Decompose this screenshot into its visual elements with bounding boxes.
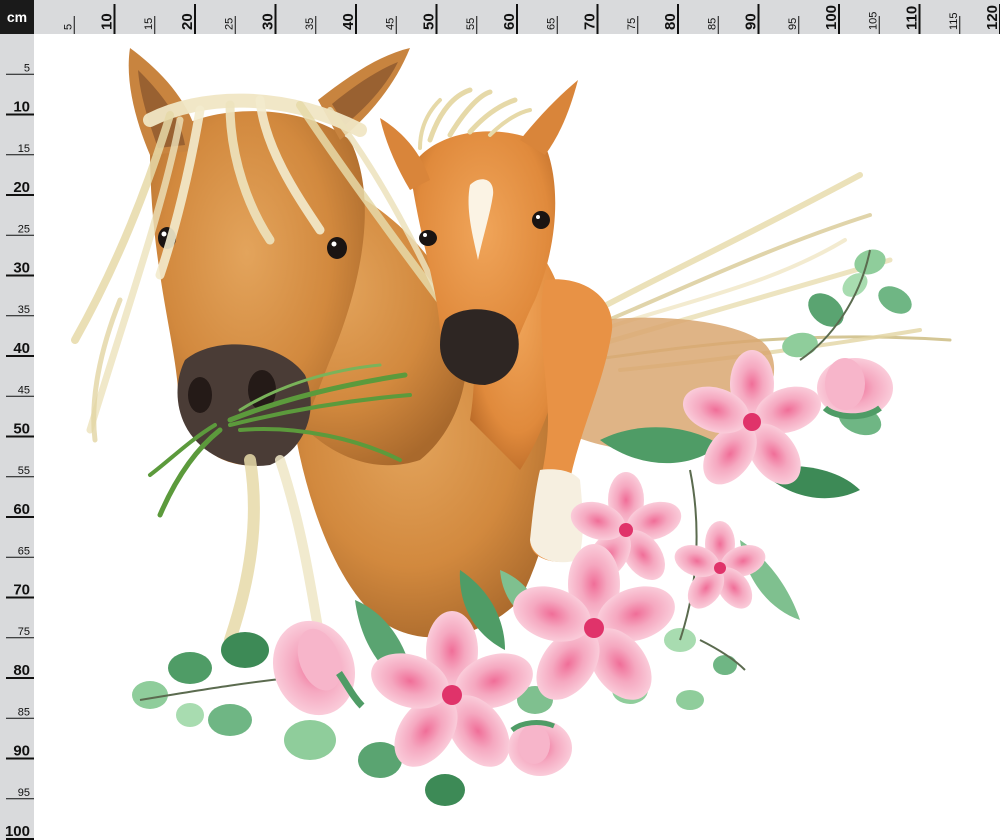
foal-eye-left bbox=[419, 230, 437, 246]
mare-eye-right bbox=[327, 237, 347, 259]
top-ruler-label: 115 bbox=[948, 12, 960, 30]
flower-bud bbox=[272, 620, 365, 716]
top-ruler-label: 110 bbox=[904, 6, 921, 30]
top-ruler-label: 15 bbox=[143, 18, 155, 30]
top-ruler-label: 85 bbox=[706, 18, 718, 30]
left-ruler-label: 5 bbox=[24, 62, 30, 74]
left-ruler-label: 10 bbox=[13, 99, 30, 116]
left-ruler-label: 95 bbox=[18, 787, 30, 799]
top-ruler-label: 45 bbox=[384, 18, 396, 30]
mare-eye-left-glint bbox=[161, 231, 167, 237]
top-ruler-label: 120 bbox=[984, 5, 1000, 30]
flower bbox=[674, 521, 766, 609]
left-ruler-label: 55 bbox=[18, 465, 30, 477]
leaf bbox=[808, 293, 844, 327]
canvas: 5 10 15 20 25 30 35 40 45 50 55 60 65 70 75 80 85 90 95 100… bbox=[0, 0, 1000, 840]
top-ruler-label: 65 bbox=[545, 18, 557, 30]
top-ruler: 5 10 15 20 25 30 35 40 45 50 55 60 65 70 75 80 85 90 95 100… bbox=[0, 0, 1000, 34]
top-ruler-label: 60 bbox=[501, 13, 518, 30]
leaf bbox=[425, 774, 465, 806]
left-ruler-label: 100 bbox=[5, 823, 30, 840]
left-ruler-label: 65 bbox=[18, 545, 30, 557]
top-ruler-label: 5 bbox=[62, 24, 74, 30]
top-ruler-label: 95 bbox=[787, 18, 799, 30]
top-ruler-label: 55 bbox=[465, 18, 477, 30]
top-ruler-label: 100 bbox=[823, 5, 840, 30]
left-ruler-label: 15 bbox=[18, 143, 30, 155]
left-ruler-label: 80 bbox=[13, 662, 30, 679]
artwork bbox=[71, 48, 952, 806]
left-ruler-label: 40 bbox=[13, 340, 30, 357]
left-ruler-label: 50 bbox=[13, 421, 30, 438]
flower-bud bbox=[817, 358, 893, 420]
top-ruler-label: 10 bbox=[99, 13, 116, 30]
left-ruler-label: 30 bbox=[13, 260, 30, 277]
top-ruler-label: 30 bbox=[260, 13, 277, 30]
top-ruler-label: 70 bbox=[582, 13, 599, 30]
left-ruler-label: 85 bbox=[18, 706, 30, 718]
foal-eye-right bbox=[532, 211, 550, 229]
top-ruler-label: 20 bbox=[179, 13, 196, 30]
left-ruler: 5 10 15 20 25 30 35 40 45 50 55 60 65 70 75 80 85 90 95 100 bbox=[0, 0, 34, 840]
leaf bbox=[284, 720, 336, 760]
top-ruler-label: 35 bbox=[304, 18, 316, 30]
foal-eye-left-glint bbox=[423, 233, 427, 237]
left-ruler-label: 60 bbox=[13, 501, 30, 518]
foal-eye-right-glint bbox=[536, 215, 540, 219]
top-ruler-label: 40 bbox=[340, 13, 357, 30]
left-ruler-label: 45 bbox=[18, 384, 30, 396]
mare-nostril-left bbox=[188, 377, 212, 413]
leaf bbox=[132, 681, 168, 709]
leaf bbox=[176, 703, 204, 727]
leaf bbox=[878, 286, 912, 314]
leaf bbox=[208, 704, 252, 736]
top-ruler-label: 50 bbox=[421, 13, 438, 30]
leaf bbox=[676, 690, 704, 710]
leaf bbox=[782, 332, 818, 358]
left-ruler-label: 35 bbox=[18, 304, 30, 316]
leaf bbox=[221, 632, 269, 668]
leaf bbox=[713, 655, 737, 675]
left-ruler-label: 90 bbox=[13, 743, 30, 760]
left-ruler-label: 75 bbox=[18, 626, 30, 638]
flower-bud bbox=[508, 720, 572, 776]
top-ruler-label: 105 bbox=[867, 12, 879, 30]
left-ruler-label: 25 bbox=[18, 223, 30, 235]
top-ruler-label: 25 bbox=[223, 18, 235, 30]
foal-ear-right bbox=[520, 80, 578, 155]
unit-label: cm bbox=[0, 0, 34, 34]
top-ruler-label: 80 bbox=[662, 13, 679, 30]
left-ruler-label: 70 bbox=[13, 582, 30, 599]
leaf bbox=[168, 652, 212, 684]
top-ruler-label: 90 bbox=[743, 13, 760, 30]
top-ruler-label: 75 bbox=[626, 18, 638, 30]
mare-eye-right-glint bbox=[331, 241, 337, 247]
left-ruler-label: 20 bbox=[13, 179, 30, 196]
